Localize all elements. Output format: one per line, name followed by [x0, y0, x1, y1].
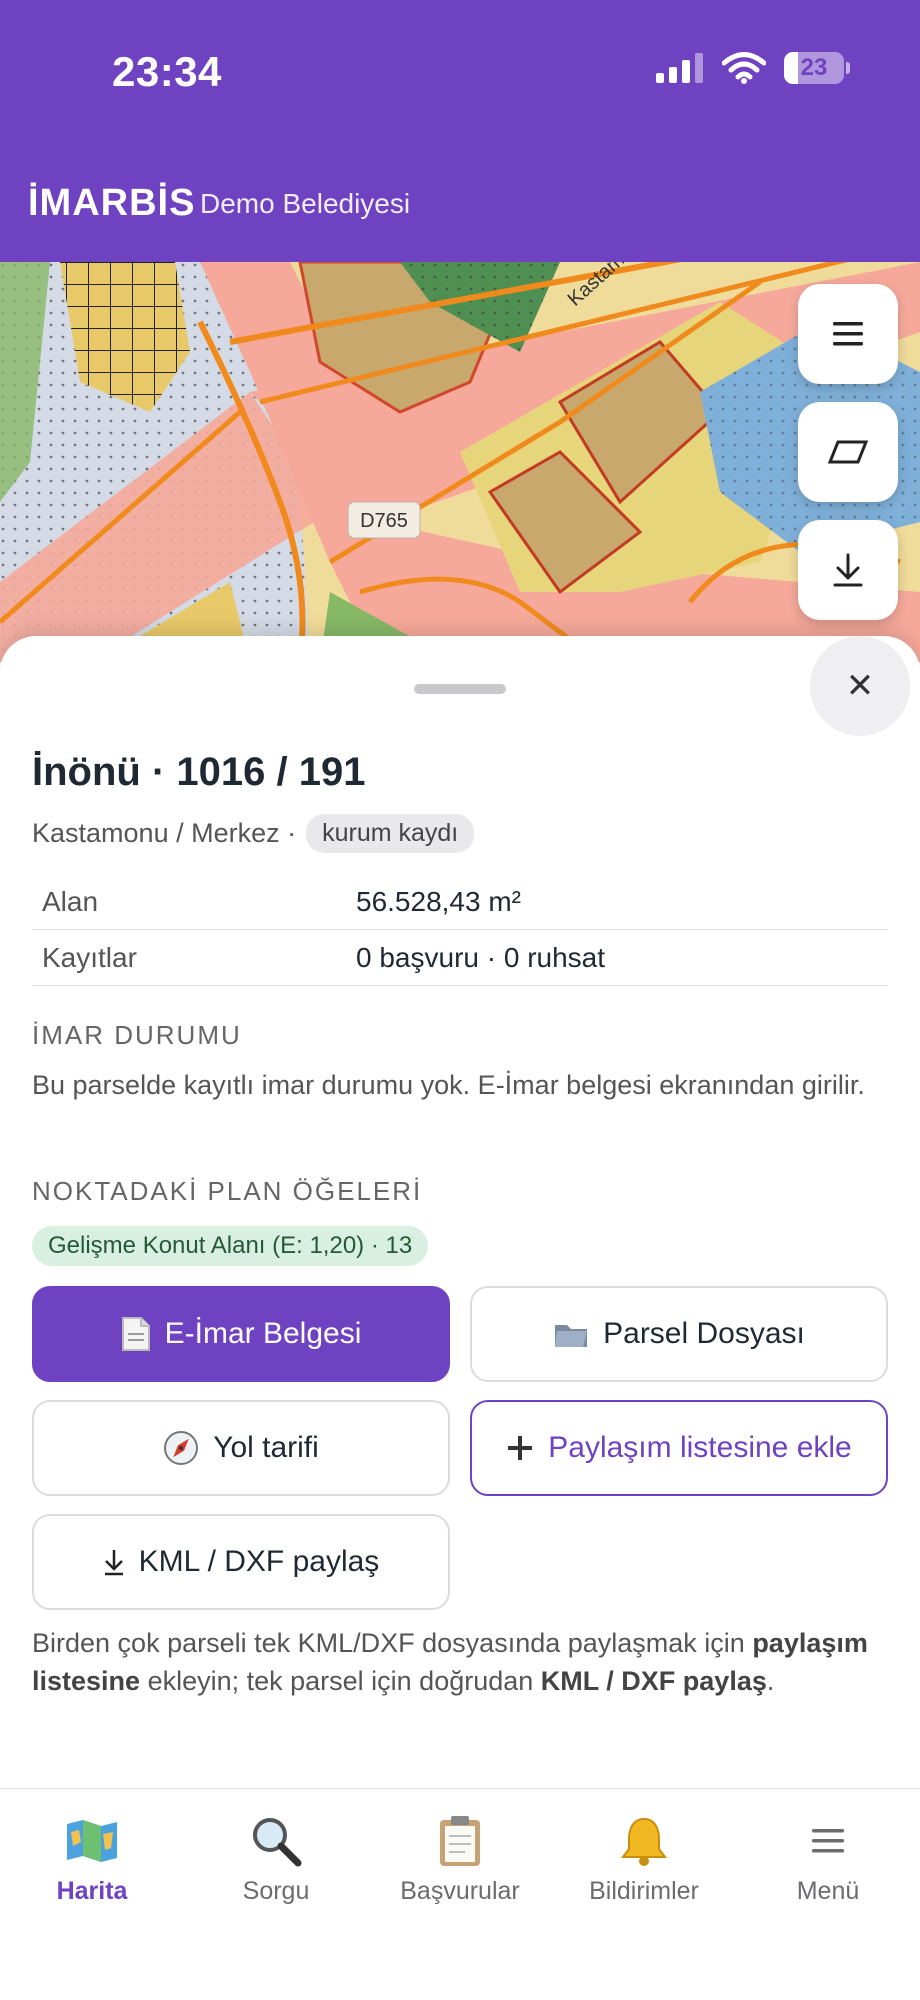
record-tag: kurum kaydı [306, 814, 475, 853]
info-row-area: Alan 56.528,43 m² [32, 874, 888, 930]
close-sheet-button[interactable]: ✕ [810, 636, 910, 736]
kml-dxf-share-button[interactable]: KML / DXF paylaş [32, 1514, 450, 1610]
folder-icon [553, 1319, 589, 1349]
bell-icon [619, 1811, 669, 1871]
tab-label: Sorgu [242, 1877, 310, 1905]
info-key: Alan [42, 885, 99, 917]
tab-menu[interactable]: Menü [736, 1811, 920, 1906]
tab-label: Bildirimler [589, 1877, 699, 1905]
app-title: İMARBİS [28, 182, 196, 224]
directions-button[interactable]: Yol tarifi [32, 1400, 450, 1496]
plus-icon [506, 1434, 534, 1462]
tab-map[interactable]: Harita [0, 1811, 184, 1906]
tab-notifications[interactable]: Bildirimler [552, 1811, 736, 1906]
battery-level: 23 [800, 54, 828, 81]
add-to-share-list-button[interactable]: Paylaşım listesine ekle [470, 1400, 888, 1496]
tab-label: Menü [796, 1877, 860, 1905]
document-icon [121, 1316, 151, 1352]
clipboard-icon [438, 1811, 482, 1871]
tab-applications[interactable]: Başvurular [368, 1811, 552, 1906]
status-time: 23:34 [112, 48, 222, 95]
parcel-info-table: Alan 56.528,43 m² Kayıtlar 0 başvuru · 0… [32, 874, 888, 986]
parallelogram-icon [828, 440, 868, 464]
magnifier-icon [250, 1811, 302, 1871]
footnote-text: Birden çok parseli tek KML/DXF dosyasınd… [32, 1628, 753, 1658]
layers-menu-button[interactable] [798, 284, 898, 384]
tab-label: Başvurular [400, 1877, 520, 1905]
sheet-grabber[interactable] [414, 684, 506, 694]
directions-label: Yol tarifi [213, 1431, 319, 1464]
footnote-bold-kml: KML / DXF paylaş [540, 1666, 767, 1696]
cellular-signal-icon [656, 53, 703, 83]
road-label: D765 [360, 510, 408, 532]
footnote-text: . [766, 1666, 775, 1696]
plan-section-title: NOKTADAKİ PLAN ÖĞELERİ [32, 1176, 423, 1206]
draw-polygon-button[interactable] [798, 402, 898, 502]
eimar-document-button[interactable]: E-İmar Belgesi [32, 1286, 450, 1382]
eimar-document-label: E-İmar Belgesi [164, 1317, 362, 1350]
bottom-tab-bar: Harita Sorgu Başvurular Bildirimler Menü [0, 1788, 920, 2000]
parcel-file-button[interactable]: Parsel Dosyası [470, 1286, 888, 1382]
plan-element-chip[interactable]: Gelişme Konut Alanı (E: 1,20) · 13 [32, 1226, 429, 1266]
parcel-title: İnönü · 1016 / 191 [32, 750, 366, 794]
map-canvas: D765 Kastamonu [0, 262, 920, 662]
kml-dxf-share-label: KML / DXF paylaş [138, 1545, 380, 1578]
status-icons: 23 [656, 52, 850, 84]
info-row-records: Kayıtlar 0 başvuru · 0 ruhsat [32, 930, 888, 986]
download-button[interactable] [798, 520, 898, 620]
parcel-detail-sheet: ✕ İnönü · 1016 / 191 Kastamonu / Merkez … [0, 636, 920, 1788]
tab-query[interactable]: Sorgu [184, 1811, 368, 1906]
download-icon [103, 1548, 125, 1576]
map-view[interactable]: D765 Kastamonu [0, 262, 920, 662]
tab-label: Harita [56, 1877, 128, 1905]
app-header: 23:34 23 İMARBİS Demo Belediyesi [0, 0, 920, 262]
imar-section-text: Bu parselde kayıtlı imar durumu yok. E-İ… [32, 1070, 865, 1100]
municipality-name: Demo Belediyesi [200, 188, 411, 219]
share-footnote: Birden çok parseli tek KML/DXF dosyasınd… [32, 1624, 888, 1700]
battery-icon: 23 [784, 52, 850, 84]
footnote-text: ekleyin; tek parsel için doğrudan [140, 1666, 541, 1696]
info-value: 0 başvuru · 0 ruhsat [356, 941, 606, 973]
wifi-icon [722, 52, 766, 84]
map-icon [65, 1811, 119, 1871]
info-value: 56.528,43 m² [356, 885, 521, 917]
compass-icon [163, 1430, 199, 1466]
add-to-share-list-label: Paylaşım listesine ekle [548, 1431, 852, 1464]
imar-section-title: İMAR DURUMU [32, 1020, 242, 1050]
hamburger-icon [833, 322, 863, 346]
menu-icon [812, 1811, 844, 1871]
parcel-file-label: Parsel Dosyası [603, 1317, 805, 1350]
close-icon: ✕ [845, 667, 875, 705]
download-arrow-icon [833, 553, 863, 587]
info-key: Kayıtlar [42, 941, 137, 973]
parcel-location-text: Kastamonu / Merkez · [32, 818, 297, 848]
parcel-location: Kastamonu / Merkez · kurum kaydı [32, 814, 475, 853]
